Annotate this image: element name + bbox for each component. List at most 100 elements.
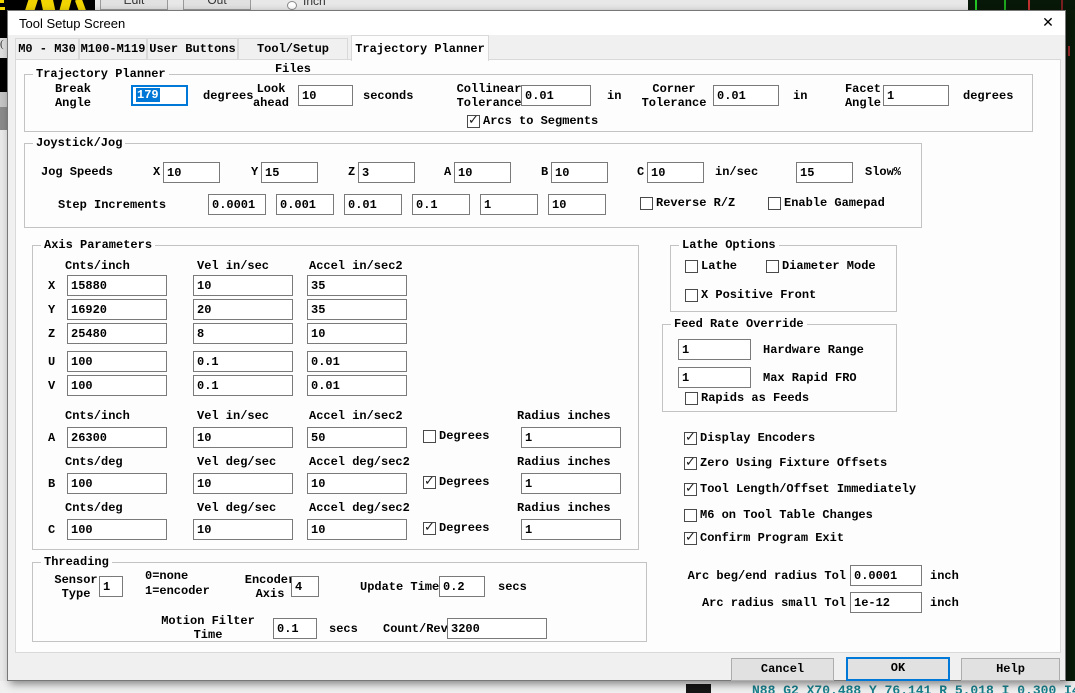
- cancel-button[interactable]: Cancel: [731, 658, 834, 681]
- look-ahead-input[interactable]: [298, 85, 353, 106]
- a-vel-input[interactable]: [193, 427, 293, 448]
- jog-speed-z-input[interactable]: [358, 162, 415, 183]
- a-accel-input[interactable]: [307, 427, 407, 448]
- step-increments-label: Step Increments: [58, 198, 166, 212]
- u-accel-input[interactable]: [307, 351, 407, 372]
- jog-speed-b-input[interactable]: [551, 162, 608, 183]
- motion-filter-time-input[interactable]: [273, 618, 317, 639]
- step-increment-2-input[interactable]: [276, 194, 334, 215]
- b-radius-input[interactable]: [521, 473, 621, 494]
- z-vel-input[interactable]: [193, 323, 293, 344]
- x-positive-front-row: X Positive Front: [685, 288, 816, 302]
- a-cnts-input[interactable]: [67, 427, 167, 448]
- gcode-line-fragment: N88 G2 X70.488 Y 76.141 R 5.018 I 0.300 …: [752, 683, 1075, 693]
- collinear-tolerance-input[interactable]: [521, 85, 591, 106]
- z-accel-input[interactable]: [307, 323, 407, 344]
- jog-speed-x-input[interactable]: [163, 162, 220, 183]
- sensor-type-input[interactable]: [99, 576, 123, 597]
- c-vel-input[interactable]: [193, 519, 293, 540]
- lathe-options-group: Lathe Options Lathe Diameter Mode X Posi…: [670, 245, 897, 312]
- a-degrees-checkbox[interactable]: [423, 430, 436, 443]
- tab-tool-setup-files[interactable]: Tool/Setup Files: [238, 38, 348, 60]
- lathe-checkbox[interactable]: [685, 260, 698, 273]
- tab-user-buttons[interactable]: User Buttons: [147, 38, 238, 60]
- m6-tool-table-checkbox[interactable]: [684, 509, 697, 522]
- encoder-axis-input[interactable]: [291, 576, 319, 597]
- tab-trajectory-planner[interactable]: Trajectory Planner: [351, 35, 489, 61]
- zero-using-fixture-offsets-checkbox[interactable]: [684, 457, 697, 470]
- hardware-range-input[interactable]: [678, 339, 751, 360]
- arcs-to-segments-checkbox[interactable]: [467, 115, 480, 128]
- step-increment-1-input[interactable]: [208, 194, 266, 215]
- background-black-mark: [686, 684, 711, 693]
- corner-tolerance-input[interactable]: [713, 85, 779, 106]
- step-increment-6-input[interactable]: [548, 194, 606, 215]
- z-cnts-input[interactable]: [67, 323, 167, 344]
- b-vel-input[interactable]: [193, 473, 293, 494]
- x-vel-input[interactable]: [193, 275, 293, 296]
- y-accel-input[interactable]: [307, 299, 407, 320]
- inch-radio[interactable]: [287, 1, 297, 10]
- v-accel-input[interactable]: [307, 375, 407, 396]
- close-icon[interactable]: ✕: [1039, 15, 1057, 31]
- jog-speed-y-input[interactable]: [261, 162, 318, 183]
- v-cnts-input[interactable]: [67, 375, 167, 396]
- c-cnts-input[interactable]: [67, 519, 167, 540]
- count-rev-input[interactable]: [447, 618, 547, 639]
- tool-length-offset-checkbox[interactable]: [684, 483, 697, 496]
- arc-radius-small-tol-input[interactable]: [850, 592, 922, 613]
- collinear-tolerance-unit: in: [607, 89, 621, 103]
- c-degrees-checkbox[interactable]: [423, 522, 436, 535]
- step-increment-4-input[interactable]: [412, 194, 470, 215]
- confirm-program-exit-label: Confirm Program Exit: [700, 531, 844, 545]
- break-angle-input[interactable]: 179: [131, 85, 188, 106]
- jog-axis-b-label: B: [541, 165, 548, 179]
- b-degrees-row: Degrees: [423, 475, 489, 489]
- axis-c-label: C: [48, 523, 55, 537]
- help-button[interactable]: Help: [961, 658, 1060, 681]
- x-positive-front-checkbox[interactable]: [685, 289, 698, 302]
- y-vel-input[interactable]: [193, 299, 293, 320]
- confirm-program-exit-checkbox[interactable]: [684, 532, 697, 545]
- display-encoders-checkbox[interactable]: [684, 432, 697, 445]
- arc-beg-end-tol-input[interactable]: [850, 565, 922, 586]
- step-increment-3-input[interactable]: [344, 194, 402, 215]
- b-degrees-checkbox[interactable]: [423, 476, 436, 489]
- m6-tool-table-label: M6 on Tool Table Changes: [700, 508, 873, 522]
- diameter-mode-checkbox[interactable]: [766, 260, 779, 273]
- jog-speed-c-input[interactable]: [647, 162, 704, 183]
- facet-angle-input[interactable]: [883, 85, 949, 106]
- ok-button[interactable]: OK: [846, 657, 950, 681]
- background-edit-button[interactable]: Edit: [100, 0, 168, 10]
- v-vel-input[interactable]: [193, 375, 293, 396]
- c-radius-input[interactable]: [521, 519, 621, 540]
- update-time-input[interactable]: [439, 576, 485, 597]
- trajectory-planner-page: Trajectory Planner Break Angle 179 degre…: [15, 59, 1061, 653]
- jog-slow-label: Slow%: [865, 165, 901, 179]
- update-time-unit: secs: [498, 580, 527, 594]
- tab-m100-m119[interactable]: M100-M119: [79, 38, 147, 60]
- jog-axis-y-label: Y: [251, 165, 258, 179]
- x-accel-input[interactable]: [307, 275, 407, 296]
- background-out-button[interactable]: Out: [183, 0, 251, 10]
- tab-m0-m30[interactable]: M0 - M30: [15, 38, 79, 60]
- b-cnts-input[interactable]: [67, 473, 167, 494]
- step-increment-5-input[interactable]: [480, 194, 538, 215]
- background-right-strip: [1066, 10, 1075, 693]
- y-cnts-input[interactable]: [67, 299, 167, 320]
- reverse-rz-checkbox[interactable]: [640, 197, 653, 210]
- x-positive-front-label: X Positive Front: [701, 288, 816, 302]
- b-degrees-label: Degrees: [439, 475, 489, 489]
- jog-slow-input[interactable]: [796, 162, 853, 183]
- u-vel-input[interactable]: [193, 351, 293, 372]
- enable-gamepad-checkbox[interactable]: [768, 197, 781, 210]
- u-cnts-input[interactable]: [67, 351, 167, 372]
- rapids-as-feeds-checkbox[interactable]: [685, 392, 698, 405]
- c-accel-input[interactable]: [307, 519, 407, 540]
- max-rapid-fro-input[interactable]: [678, 367, 751, 388]
- tool-setup-dialog: Tool Setup Screen ✕ M0 - M30 M100-M119 U…: [7, 10, 1066, 681]
- x-cnts-input[interactable]: [67, 275, 167, 296]
- jog-speed-a-input[interactable]: [454, 162, 511, 183]
- b-accel-input[interactable]: [307, 473, 407, 494]
- a-radius-input[interactable]: [521, 427, 621, 448]
